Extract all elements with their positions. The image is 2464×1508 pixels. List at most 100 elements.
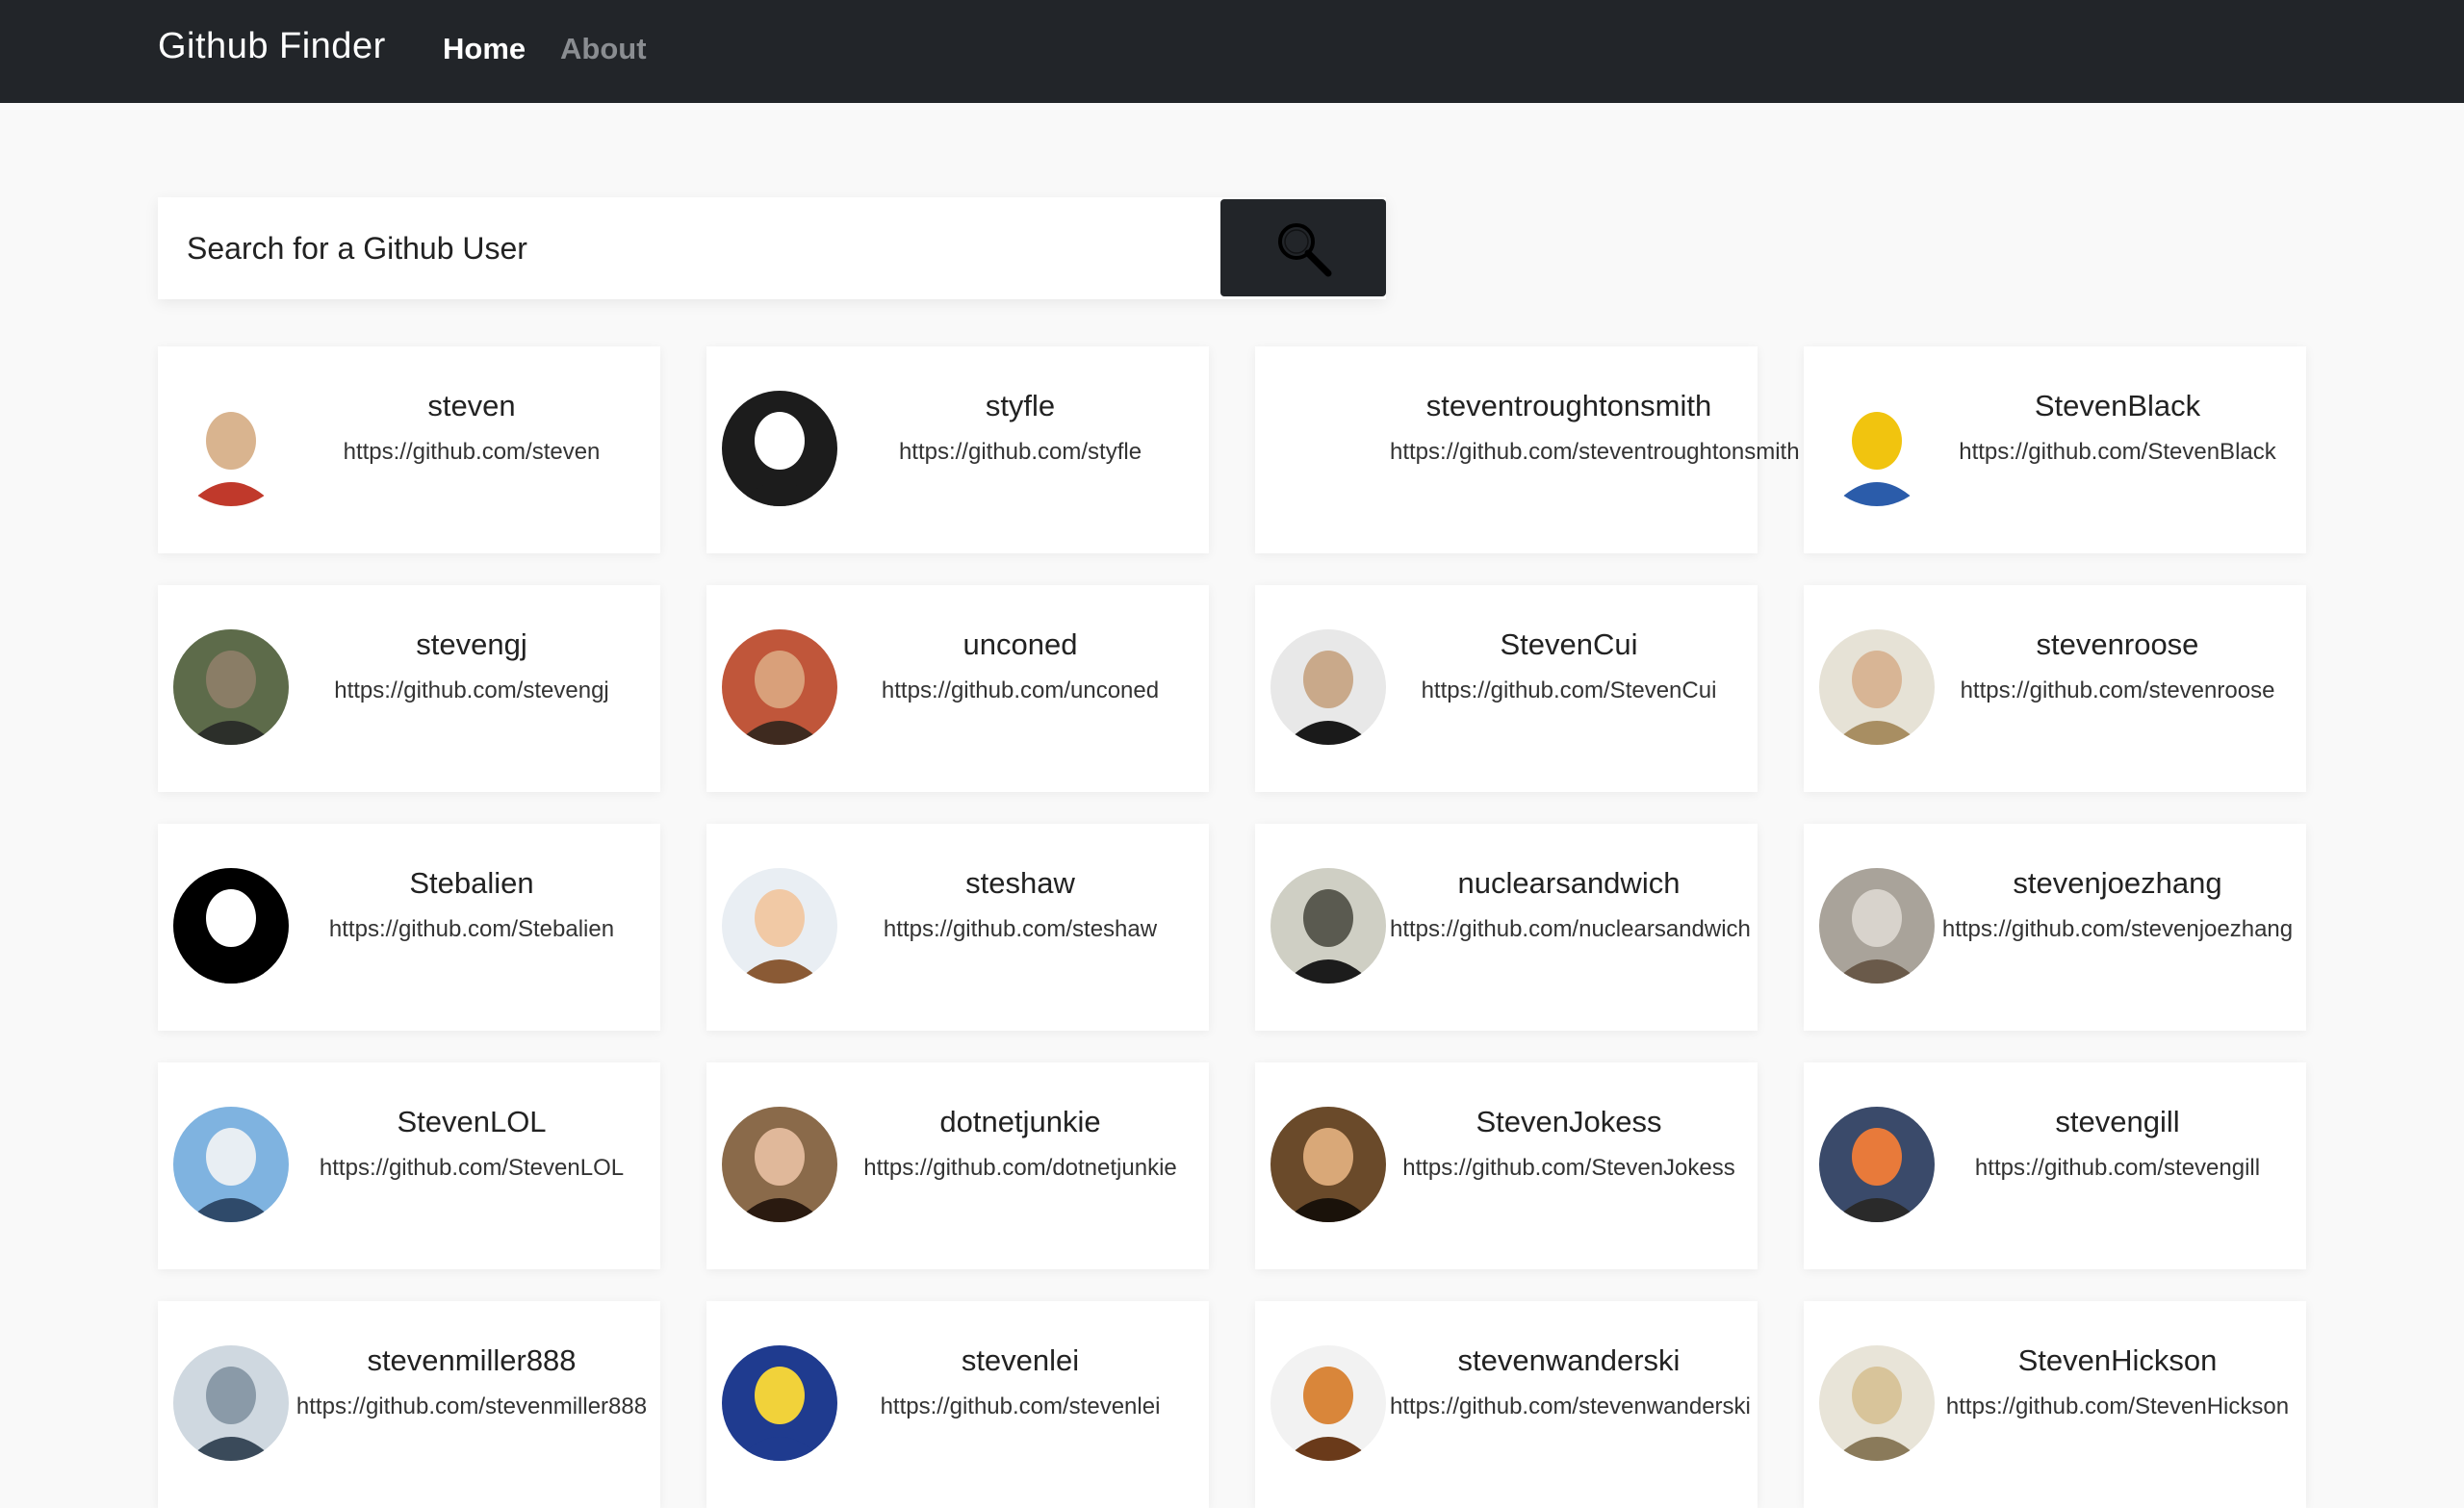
user-card-text: steven https://github.com/steven [293, 389, 651, 466]
user-profile-link[interactable]: https://github.com/unconed [841, 677, 1199, 704]
user-card[interactable]: steven https://github.com/steven [158, 346, 660, 553]
user-avatar[interactable] [722, 868, 837, 984]
user-card-text: Stebalien https://github.com/Stebalien [293, 866, 651, 943]
user-login: styfle [985, 389, 1056, 422]
user-avatar[interactable] [1819, 629, 1935, 745]
user-card-text: stevenwanderski https://github.com/steven… [1390, 1343, 1751, 1420]
user-login: StevenCui [1500, 627, 1638, 661]
user-login: steshaw [965, 866, 1075, 900]
user-avatar[interactable] [722, 1107, 837, 1222]
user-avatar[interactable] [1270, 868, 1386, 984]
user-card-text: StevenBlack https://github.com/StevenBlac… [1938, 389, 2297, 466]
search-input[interactable] [158, 197, 1219, 299]
user-card-text: dotnetjunkie https://github.com/dotnetjun… [841, 1105, 1199, 1182]
navbar: Github Finder Home About [0, 0, 2464, 103]
user-avatar[interactable] [1270, 1107, 1386, 1222]
user-card[interactable]: nuclearsandwich https://github.com/nuclea… [1255, 824, 1758, 1031]
user-profile-link[interactable]: https://github.com/nuclearsandwich [1390, 916, 1751, 943]
user-profile-link[interactable]: https://github.com/Stebalien [293, 916, 651, 943]
user-card-text: steshaw https://github.com/steshaw [841, 866, 1199, 943]
brand-logo-text[interactable]: Github Finder [158, 26, 386, 67]
user-card[interactable]: stevenroose https://github.com/stevenroos… [1804, 585, 2306, 792]
user-card-text: stevenjoezhang https://github.com/stevenj… [1938, 866, 2297, 943]
user-login: StevenHickson [2017, 1343, 2218, 1377]
user-profile-link[interactable]: https://github.com/styfle [841, 439, 1199, 466]
user-login: StevenLOL [397, 1105, 547, 1138]
user-login: nuclearsandwich [1457, 866, 1681, 900]
user-profile-link[interactable]: https://github.com/steven [293, 439, 651, 466]
user-card[interactable]: stevengj https://github.com/stevengj [158, 585, 660, 792]
user-avatar[interactable] [1270, 629, 1386, 745]
user-avatar[interactable] [173, 629, 289, 745]
user-card[interactable]: stevenjoezhang https://github.com/stevenj… [1804, 824, 2306, 1031]
user-avatar[interactable] [722, 629, 837, 745]
user-login: stevengill [2055, 1105, 2180, 1138]
user-login: Stebalien [409, 866, 534, 900]
user-login: stevengj [416, 627, 527, 661]
user-card[interactable]: dotnetjunkie https://github.com/dotnetjun… [706, 1062, 1209, 1269]
user-card-text: stevenmiller888 https://github.com/steven… [293, 1343, 651, 1420]
user-profile-link[interactable]: https://github.com/stevenlei [841, 1393, 1199, 1420]
user-card[interactable]: StevenJokess https://github.com/StevenJok… [1255, 1062, 1758, 1269]
user-card-text: nuclearsandwich https://github.com/nuclea… [1390, 866, 1751, 943]
user-profile-link[interactable]: https://github.com/StevenCui [1390, 677, 1748, 704]
user-avatar[interactable] [722, 1345, 837, 1461]
user-avatar[interactable] [1819, 868, 1935, 984]
user-profile-link[interactable]: https://github.com/StevenJokess [1390, 1155, 1748, 1182]
user-card[interactable]: styfle https://github.com/styfle [706, 346, 1209, 553]
user-profile-link[interactable]: https://github.com/stevenwanderski [1390, 1393, 1751, 1420]
user-profile-link[interactable]: https://github.com/StevenLOL [293, 1155, 651, 1182]
user-card-text: StevenJokess https://github.com/StevenJok… [1390, 1105, 1748, 1182]
user-avatar[interactable] [1819, 391, 1935, 506]
search-button[interactable] [1220, 199, 1386, 296]
user-profile-link[interactable]: https://github.com/stevenroose [1938, 677, 2297, 704]
user-profile-link[interactable]: https://github.com/steshaw [841, 916, 1199, 943]
user-avatar[interactable] [173, 868, 289, 984]
user-profile-link[interactable]: https://github.com/StevenBlack [1938, 439, 2297, 466]
user-card[interactable]: StevenBlack https://github.com/StevenBlac… [1804, 346, 2306, 553]
user-login: stevenroose [2036, 627, 2199, 661]
user-card[interactable]: stevenmiller888 https://github.com/steven… [158, 1301, 660, 1508]
user-login: dotnetjunkie [939, 1105, 1101, 1138]
user-card[interactable]: steshaw https://github.com/steshaw [706, 824, 1209, 1031]
user-profile-link[interactable]: https://github.com/stevengj [293, 677, 651, 704]
user-avatar[interactable] [173, 391, 289, 506]
user-avatar[interactable] [1819, 1345, 1935, 1461]
user-card-text: StevenHickson https://github.com/StevenHi… [1938, 1343, 2297, 1420]
user-profile-link[interactable]: https://github.com/StevenHickson [1938, 1393, 2297, 1420]
user-card[interactable]: stevenwanderski https://github.com/steven… [1255, 1301, 1758, 1508]
user-card-text: steventroughtonsmith https://github.com/s… [1390, 389, 1800, 466]
user-card[interactable]: stevengill https://github.com/stevengill [1804, 1062, 2306, 1269]
user-profile-link[interactable]: https://github.com/steventroughtonsmith [1390, 439, 1800, 466]
user-login: stevenjoezhang [2013, 866, 2222, 900]
user-avatar[interactable] [173, 1345, 289, 1461]
user-card[interactable]: unconed https://github.com/unconed [706, 585, 1209, 792]
user-login: stevenmiller888 [367, 1343, 577, 1377]
user-card[interactable]: stevenlei https://github.com/stevenlei [706, 1301, 1209, 1508]
user-login: unconed [962, 627, 1078, 661]
user-login: stevenlei [961, 1343, 1080, 1377]
user-card-text: StevenLOL https://github.com/StevenLOL [293, 1105, 651, 1182]
nav-link-about[interactable]: About [560, 32, 647, 66]
user-profile-link[interactable]: https://github.com/dotnetjunkie [841, 1155, 1199, 1182]
user-avatar[interactable] [722, 391, 837, 506]
user-card[interactable]: steventroughtonsmith https://github.com/s… [1255, 346, 1800, 553]
nav-link-home[interactable]: Home [443, 32, 526, 66]
user-avatar[interactable] [1270, 1345, 1386, 1461]
user-card[interactable]: StevenHickson https://github.com/StevenHi… [1804, 1301, 2306, 1508]
user-login: stevenwanderski [1457, 1343, 1681, 1377]
magnifier-icon [1278, 222, 1332, 276]
user-card-text: stevenroose https://github.com/stevenroos… [1938, 627, 2297, 704]
user-profile-link[interactable]: https://github.com/stevenjoezhang [1938, 916, 2297, 943]
user-card[interactable]: StevenLOL https://github.com/StevenLOL [158, 1062, 660, 1269]
user-profile-link[interactable]: https://github.com/stevenmiller888 [293, 1393, 651, 1420]
user-login: StevenBlack [2034, 389, 2201, 422]
user-card-text: StevenCui https://github.com/StevenCui [1390, 627, 1748, 704]
user-profile-link[interactable]: https://github.com/stevengill [1938, 1155, 2297, 1182]
user-card[interactable]: Stebalien https://github.com/Stebalien [158, 824, 660, 1031]
user-avatar[interactable] [1819, 1107, 1935, 1222]
user-card-text: stevengj https://github.com/stevengj [293, 627, 651, 704]
user-avatar[interactable] [173, 1107, 289, 1222]
user-card-text: unconed https://github.com/unconed [841, 627, 1199, 704]
user-card[interactable]: StevenCui https://github.com/StevenCui [1255, 585, 1758, 792]
